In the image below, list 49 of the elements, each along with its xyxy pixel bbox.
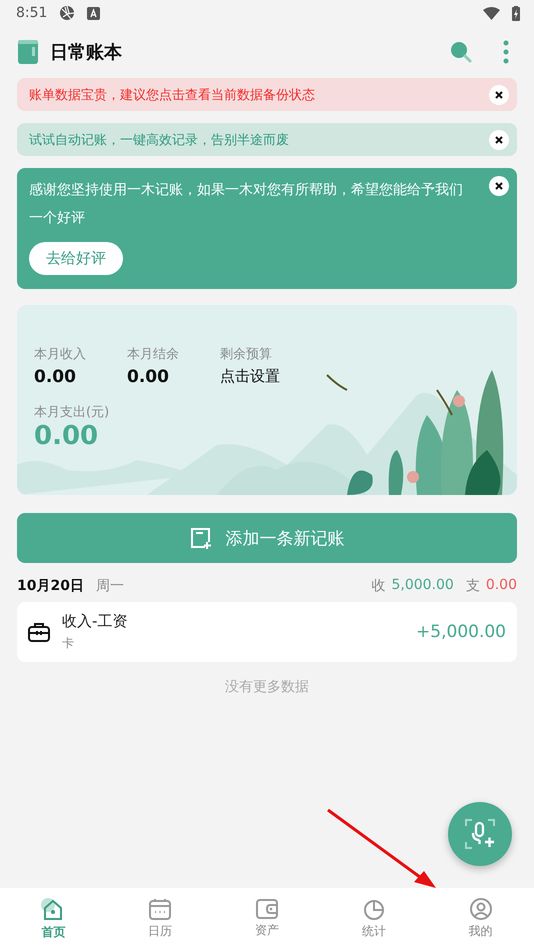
notice-text: 账单数据宝贵，建议您点击查看当前数据备份状态 bbox=[29, 86, 316, 104]
pie-chart-icon bbox=[362, 898, 385, 920]
wallet-icon bbox=[256, 899, 278, 919]
keyboard-icon bbox=[87, 6, 100, 20]
voice-add-button[interactable] bbox=[448, 802, 512, 866]
income-total: 5,000.00 bbox=[391, 577, 454, 595]
wifi-icon bbox=[483, 6, 500, 20]
user-icon bbox=[470, 898, 492, 920]
no-more-text: 没有更多数据 bbox=[224, 678, 310, 696]
briefcase-icon bbox=[28, 622, 50, 642]
calendar-icon bbox=[149, 898, 172, 920]
review-button[interactable]: 去给好评 bbox=[29, 242, 123, 275]
income-label: 收 bbox=[371, 577, 386, 595]
expense-total-label: 支 bbox=[466, 577, 480, 595]
summary-value[interactable]: 点击设置 bbox=[220, 367, 340, 387]
summary-label: 本月结余 bbox=[127, 346, 180, 363]
entry-account: 卡 bbox=[62, 635, 75, 652]
entry-title: 收入-工资 bbox=[62, 612, 128, 631]
nav-tab[interactable]: 资产 bbox=[214, 888, 320, 950]
entry-card[interactable]: 收入-工资 卡 +5,000.00 bbox=[17, 602, 517, 662]
nav-tab[interactable]: 首页 bbox=[0, 888, 107, 950]
notice-banner[interactable]: 账单数据宝贵，建议您点击查看当前数据备份状态 bbox=[17, 78, 517, 111]
expense-total: 0.00 bbox=[486, 577, 517, 595]
summary-label: 本月收入 bbox=[34, 346, 87, 363]
summary-label: 剩余预算 bbox=[220, 346, 273, 363]
battery-icon bbox=[512, 6, 520, 20]
expense-label: 本月支出(元) bbox=[34, 404, 110, 421]
notice-banner[interactable]: 试试自动记账，一键高效记录，告别半途而废 bbox=[17, 123, 517, 156]
status-time: 8:51 bbox=[16, 5, 48, 21]
nav-tab[interactable]: 日历 bbox=[106, 888, 214, 950]
nav-tab[interactable]: 统计 bbox=[320, 888, 428, 950]
add-note-icon bbox=[190, 527, 212, 549]
weekday-label: 周一 bbox=[96, 577, 124, 595]
expense-value: 0.00 bbox=[34, 421, 98, 451]
aperture-icon bbox=[59, 5, 76, 21]
close-icon[interactable] bbox=[489, 176, 509, 196]
book-icon bbox=[18, 40, 38, 64]
app-title: 日常账本 bbox=[50, 41, 123, 64]
nav-tab[interactable]: 我的 bbox=[427, 888, 534, 950]
entry-amount: +5,000.00 bbox=[416, 622, 506, 642]
review-text: 感谢您坚持使用一木记账，如果一木对您有所帮助，希望您能给予我们一个好评 bbox=[29, 181, 464, 228]
summary-value: 0.00 bbox=[127, 367, 170, 387]
microphone-icon bbox=[465, 819, 495, 849]
summary-value: 0.00 bbox=[34, 367, 77, 387]
close-icon[interactable] bbox=[489, 84, 509, 104]
add-record-button[interactable]: 添加一条新记账 bbox=[17, 513, 517, 563]
date-label: 10月20日 bbox=[17, 577, 84, 595]
notice-text: 试试自动记账，一键高效记录，告别半途而废 bbox=[29, 132, 290, 148]
close-icon[interactable] bbox=[489, 130, 509, 150]
